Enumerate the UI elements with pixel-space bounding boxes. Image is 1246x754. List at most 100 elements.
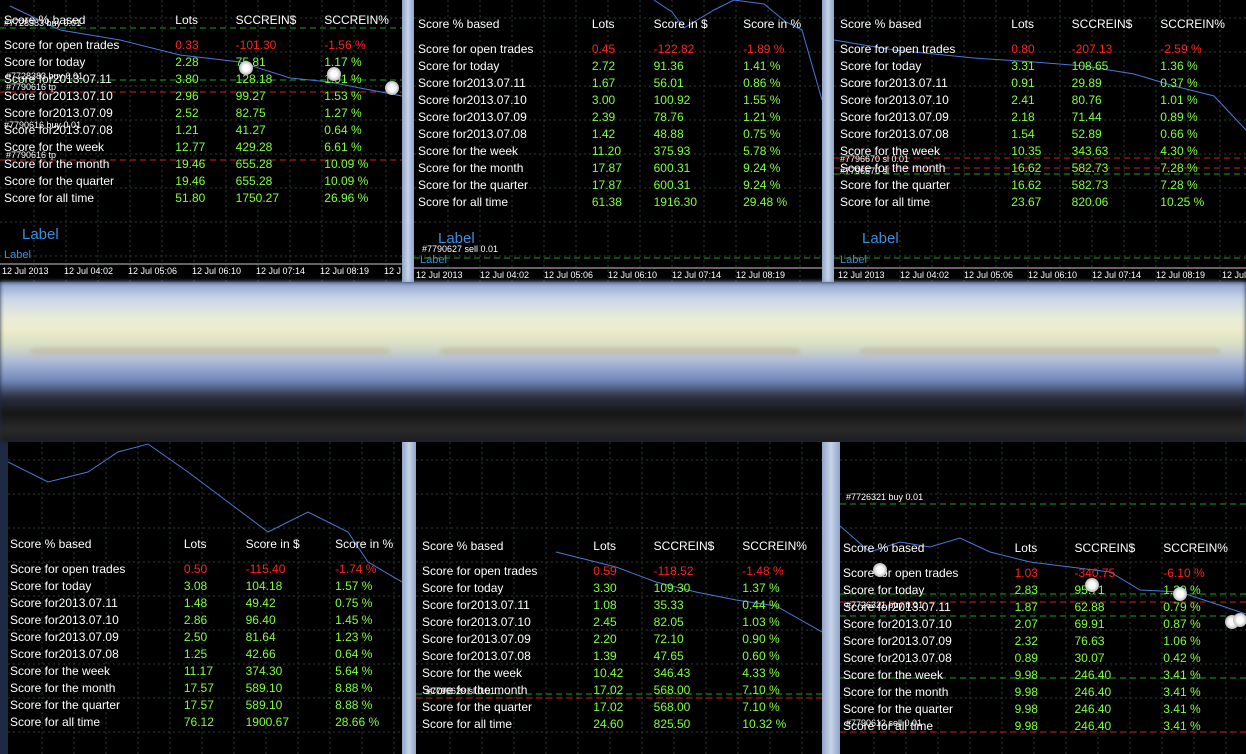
panel-divider[interactable] <box>822 0 834 282</box>
table-cell: 1.41 % <box>743 59 781 73</box>
table-cell: 600.31 <box>653 178 691 192</box>
spacer-row <box>4 29 389 37</box>
row-label: Score for today <box>843 583 925 597</box>
chart-panel-1[interactable]: Score % based Lots SCCREIN$ SCCREIN% Score f… <box>0 0 402 282</box>
order-label: #7728383 buy 0.01 <box>6 71 84 81</box>
table-cell: 1750.27 <box>235 191 280 205</box>
table-row: Score for2013.07.10 2.45 82.05 1.03 % <box>422 614 807 631</box>
table-row: Score for today 3.31 108.65 1.36 % <box>840 58 1225 75</box>
score-table: Score % based Lots Score in $ Score in % Sco… <box>10 536 395 731</box>
table-cell: 0.59 <box>593 564 617 578</box>
row-label: Score for today <box>10 579 92 593</box>
column-header: SCCREIN% <box>742 539 807 553</box>
table-cell: 2.45 <box>593 615 617 629</box>
table-cell: 0.45 <box>591 42 616 56</box>
row-label: Score for open trades <box>10 562 126 576</box>
table-row: Score for today 3.30 109.30 1.37 % <box>422 580 807 597</box>
table-cell: 17.02 <box>593 700 624 714</box>
table-cell: 11.20 <box>591 144 621 158</box>
row-label: Score for2013.07.11 <box>840 76 948 90</box>
table-cell: 7.28 % <box>1160 178 1198 192</box>
row-label: Score for open trades <box>418 42 534 56</box>
table-row: Score for the month 17.87 600.31 9.24 % <box>418 160 803 177</box>
table-cell: 1.03 % <box>742 615 780 629</box>
trade-marker-icon[interactable] <box>873 563 887 577</box>
column-header: Score % based <box>10 537 92 551</box>
table-cell: 3.41 % <box>1163 702 1201 716</box>
panel-divider[interactable] <box>402 442 416 754</box>
table-cell: 1.57 % <box>335 579 373 593</box>
table-cell: 69.91 <box>1074 617 1105 631</box>
table-cell: 0.64 % <box>324 123 362 137</box>
table-cell: 1.27 % <box>324 106 362 120</box>
trade-marker-icon[interactable] <box>1173 587 1187 601</box>
row-label: Score for2013.07.08 <box>422 649 531 663</box>
chart-panel-6[interactable]: Score % based Lots SCCREIN$ SCCREIN% Score f… <box>840 442 1246 754</box>
row-label: Score for open trades <box>843 566 959 580</box>
chart-panel-2[interactable]: Score % based Lots Score in $ Score in % Sco… <box>414 0 822 282</box>
row-label: Score for the week <box>418 144 519 158</box>
panel-divider[interactable] <box>402 0 414 282</box>
table-row: Score for2013.07.10 3.00 100.92 1.55 % <box>418 92 803 109</box>
table-cell: 72.10 <box>653 632 684 646</box>
table-row: Score for2013.07.09 2.20 72.10 0.90 % <box>422 631 807 648</box>
row-label: Score for all time <box>10 715 101 729</box>
table-cell: 582.73 <box>1071 161 1109 175</box>
table-cell: 1900.67 <box>245 715 289 729</box>
trade-marker-icon[interactable] <box>1233 613 1246 627</box>
chart-panel-5[interactable]: Score % based Lots SCCREIN$ SCCREIN% Score f… <box>416 442 822 754</box>
row-label: Score for2013.07.10 <box>843 617 952 631</box>
table-cell: 2.86 <box>183 613 208 627</box>
column-header: Lots <box>1014 541 1038 555</box>
table-cell: 104.18 <box>245 579 283 593</box>
table-cell: 6.61 % <box>324 140 362 154</box>
table-cell: 11.17 <box>183 664 213 678</box>
trade-marker-icon[interactable] <box>385 81 399 95</box>
table-cell: 78.76 <box>653 110 684 124</box>
label-big: Label <box>862 230 899 247</box>
table-cell: 12.77 <box>175 140 206 154</box>
table-cell: -6.10 % <box>1163 566 1205 580</box>
table-cell: 9.98 <box>1014 702 1038 716</box>
table-cell: 4.30 % <box>1160 144 1198 158</box>
table-cell: 41.27 <box>235 123 266 137</box>
table-row: Score for open trades 0.33 -101.30 -1.56 % <box>4 37 389 54</box>
trade-marker-icon[interactable] <box>327 67 341 81</box>
trade-marker-icon[interactable] <box>1085 578 1099 592</box>
table-cell: 2.32 <box>1014 634 1038 648</box>
table-cell: 7.10 % <box>742 683 780 697</box>
chart-panel-3[interactable]: Score % based Lots SCCREIN$ SCCREIN% Score f… <box>834 0 1246 282</box>
time-tick-label: 12 Jul 2013 <box>416 270 463 280</box>
table-cell: 16.62 <box>1011 178 1042 192</box>
table-cell: 42.66 <box>245 647 276 661</box>
table-cell: 81.64 <box>245 630 276 644</box>
blurred-toolbar <box>440 348 800 354</box>
chart-panel-4[interactable]: Score % based Lots Score in $ Score in % Sco… <box>8 442 402 754</box>
table-row: Score for the week 10.42 346.43 4.33 % <box>422 665 807 682</box>
order-label: #7790616 tp <box>6 150 57 160</box>
table-cell: 0.60 % <box>742 649 780 663</box>
row-label: Score for2013.07.08 <box>840 127 949 141</box>
column-header: Score % based <box>843 541 925 555</box>
table-cell: 568.00 <box>653 683 691 697</box>
table-cell: 10.42 <box>593 666 624 680</box>
table-cell: -1.56 % <box>324 38 366 52</box>
table-cell: 23.67 <box>1011 195 1042 209</box>
trade-marker-icon[interactable] <box>239 61 253 75</box>
spacer-row <box>418 33 803 41</box>
panel-divider[interactable] <box>822 442 840 754</box>
table-cell: 3.30 <box>593 581 617 595</box>
table-row: Score for all time 24.60 825.50 10.32 % <box>422 716 807 733</box>
table-cell: 374.30 <box>245 664 283 678</box>
time-tick-label: 12 Jul 04:02 <box>480 270 530 280</box>
table-row: Score for the week 11.20 375.93 5.78 % <box>418 143 803 160</box>
score-header-row: Score % based Lots SCCREIN$ SCCREIN% <box>843 540 1228 557</box>
label-small: Label <box>840 254 867 266</box>
table-cell: 3.41 % <box>1163 719 1201 733</box>
table-cell: 0.44 % <box>742 598 780 612</box>
time-tick-label: 12 Jul 06:10 <box>608 270 658 280</box>
table-cell: 1.87 <box>1014 600 1038 614</box>
row-label: Score for the month <box>418 161 524 175</box>
row-label: Score for the quarter <box>840 178 951 192</box>
table-cell: -207.13 <box>1071 42 1113 56</box>
